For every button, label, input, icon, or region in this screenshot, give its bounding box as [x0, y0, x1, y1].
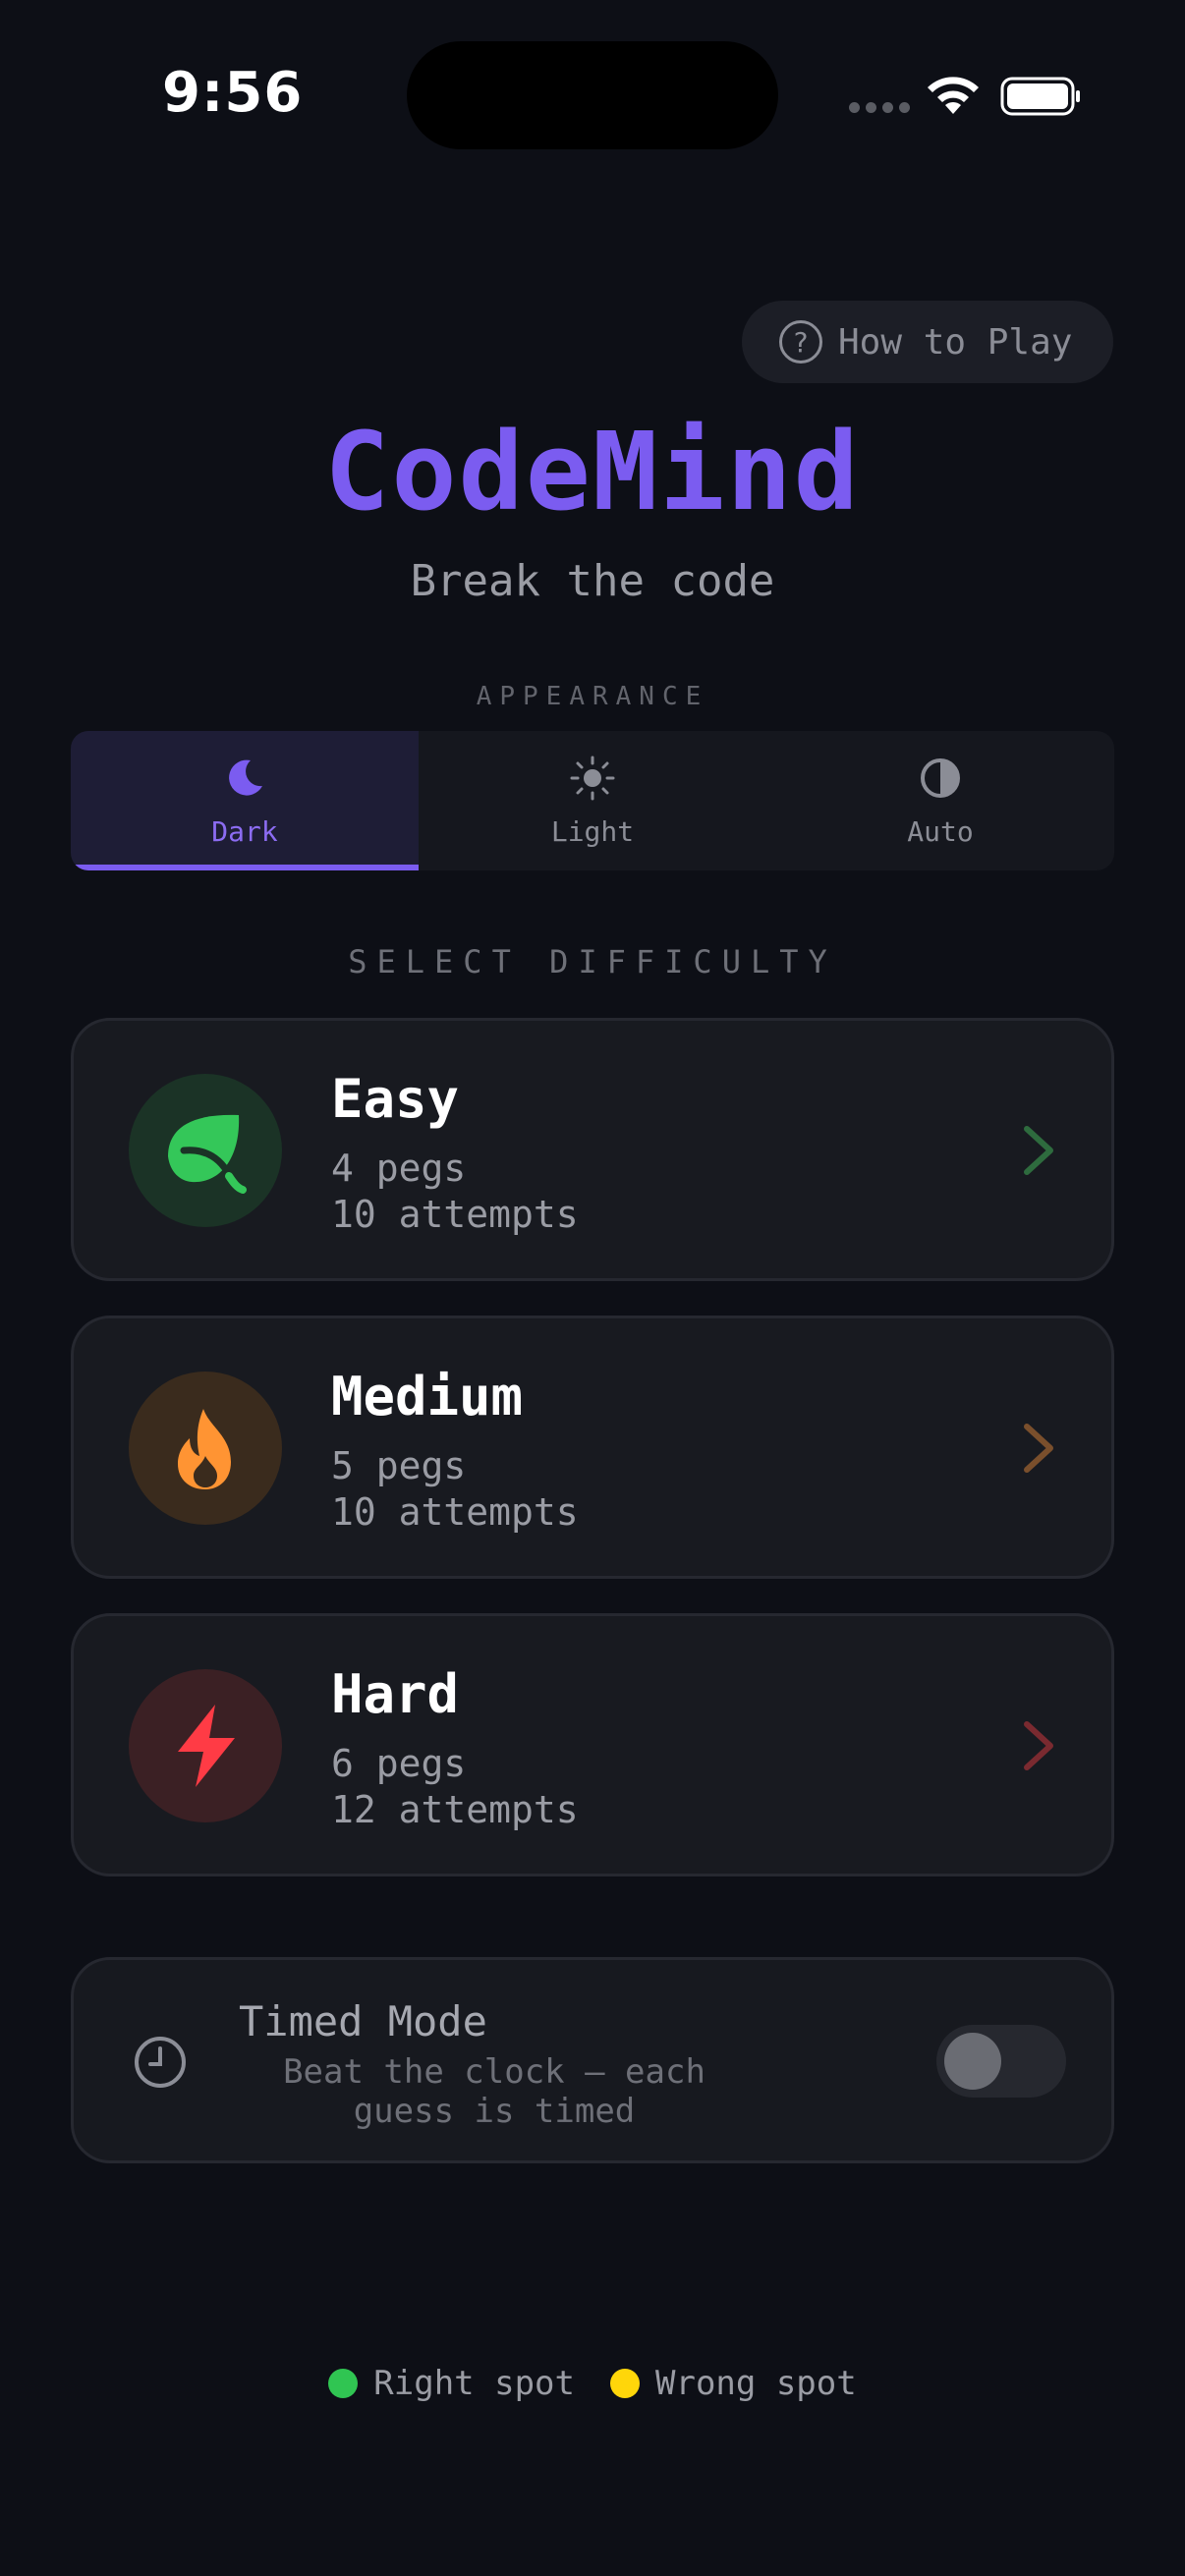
legend-wrong-spot-label: Wrong spot — [655, 2364, 857, 2403]
toggle-knob — [944, 2033, 1001, 2090]
difficulty-attempts: 12 attempts — [331, 1788, 579, 1831]
moon-icon — [229, 759, 262, 796]
how-to-play-button[interactable]: ? How to Play — [742, 301, 1113, 383]
easy-icon-badge — [129, 1074, 282, 1227]
difficulty-pegs: 5 pegs — [331, 1444, 467, 1487]
difficulty-pegs: 4 pegs — [331, 1147, 467, 1190]
difficulty-pegs: 6 pegs — [331, 1742, 467, 1785]
timed-mode-row: Timed Mode Beat the clock — each guess i… — [71, 1957, 1114, 2163]
appearance-option-label: Light — [550, 814, 635, 848]
peg-legend: Right spot Wrong spot — [0, 2364, 1185, 2403]
chevron-right-icon — [1024, 1721, 1053, 1770]
lightning-icon — [178, 1705, 235, 1787]
difficulty-name: Easy — [331, 1068, 460, 1130]
difficulty-card-medium[interactable]: Medium 5 pegs 10 attempts — [71, 1316, 1114, 1579]
clock-icon — [135, 2037, 186, 2088]
medium-icon-badge — [129, 1372, 282, 1525]
half-circle-icon — [921, 757, 960, 798]
app-subtitle: Break the code — [410, 556, 775, 606]
dynamic-island — [407, 41, 778, 149]
appearance-option-label: Auto — [907, 814, 974, 848]
difficulty-card-hard[interactable]: Hard 6 pegs 12 attempts — [71, 1613, 1114, 1876]
wifi-icon — [928, 77, 979, 114]
appearance-option-label: Dark — [211, 814, 278, 848]
how-to-play-label: How to Play — [838, 321, 1073, 363]
appearance-option-light[interactable]: Light — [419, 731, 766, 870]
timed-mode-title: Timed Mode — [239, 1997, 487, 2045]
difficulty-attempts: 10 attempts — [331, 1490, 579, 1534]
timed-mode-description: Beat the clock — each guess is timed — [283, 2052, 705, 2131]
cellular-signal-icon — [849, 102, 910, 116]
legend-right-spot: Right spot — [328, 2364, 575, 2403]
appearance-option-dark[interactable]: Dark — [71, 731, 419, 870]
legend-right-spot-label: Right spot — [373, 2364, 575, 2403]
status-time: 9:56 — [162, 61, 304, 125]
yellow-dot-icon — [610, 2369, 640, 2398]
timed-mode-toggle[interactable] — [936, 2025, 1066, 2098]
green-dot-icon — [328, 2369, 359, 2398]
appearance-option-auto[interactable]: Auto — [766, 731, 1114, 870]
appearance-label: APPEARANCE — [476, 682, 709, 711]
legend-wrong-spot: Wrong spot — [610, 2364, 857, 2403]
chevron-right-icon — [1024, 1126, 1053, 1175]
question-icon: ? — [779, 320, 822, 364]
difficulty-label: SELECT DIFFICULTY — [348, 943, 837, 980]
difficulty-attempts: 10 attempts — [331, 1193, 579, 1236]
difficulty-name: Medium — [331, 1366, 524, 1428]
app-title: CodeMind — [324, 409, 861, 534]
leaf-icon — [168, 1114, 247, 1194]
sun-icon — [570, 756, 615, 800]
appearance-selector: Dark Light Auto — [71, 731, 1114, 870]
difficulty-name: Hard — [331, 1663, 460, 1725]
hard-icon-badge — [129, 1669, 282, 1822]
flame-icon — [178, 1409, 231, 1489]
difficulty-card-easy[interactable]: Easy 4 pegs 10 attempts — [71, 1018, 1114, 1281]
chevron-right-icon — [1024, 1424, 1053, 1473]
battery-icon — [1000, 77, 1080, 116]
